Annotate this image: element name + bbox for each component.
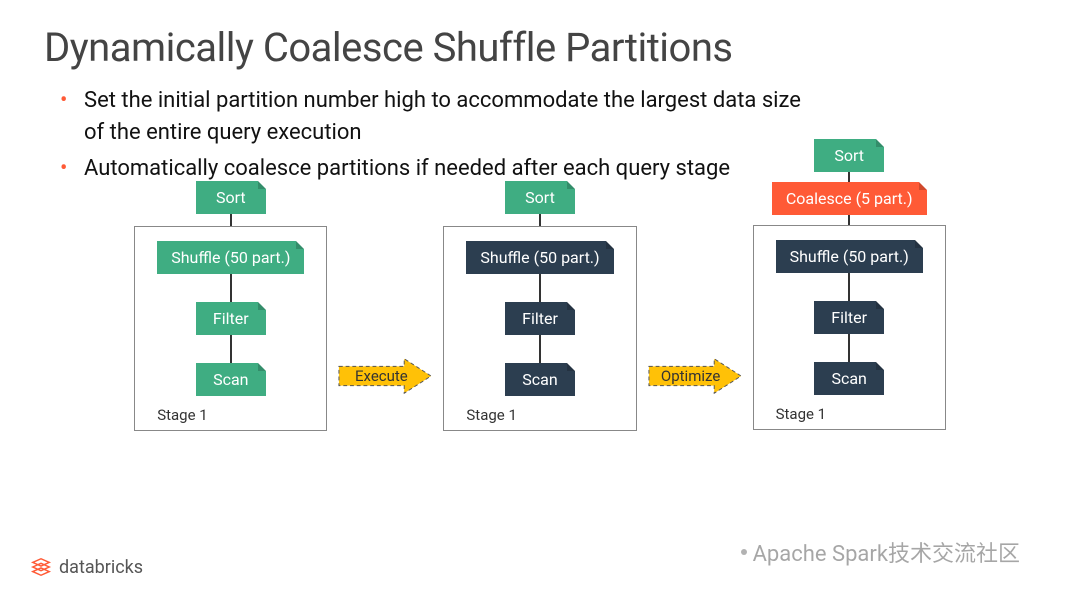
dot-icon xyxy=(741,549,747,555)
connector xyxy=(230,335,232,363)
connector xyxy=(848,215,850,225)
arrow-label: Optimize xyxy=(647,356,743,396)
shuffle-node: Shuffle (50 part.) xyxy=(466,241,613,274)
sort-node: Sort xyxy=(505,181,575,214)
stage-label: Stage 1 xyxy=(466,406,517,424)
sort-node: Sort xyxy=(196,181,266,214)
bullet-item: Set the initial partition number high to… xyxy=(56,85,824,149)
stage-box: Shuffle (50 part.) Filter Scan Stage 1 xyxy=(134,226,327,431)
stage-label: Stage 1 xyxy=(776,405,827,423)
connector xyxy=(848,273,850,301)
connector xyxy=(230,214,232,226)
bullet-list: Set the initial partition number high to… xyxy=(44,85,824,185)
watermark: Apache Spark技术交流社区 xyxy=(741,536,1020,568)
watermark-text: Apache Spark技术交流社区 xyxy=(753,536,1020,568)
slide-title: Dynamically Coalesce Shuffle Partitions xyxy=(44,24,1036,71)
filter-node: Filter xyxy=(196,302,266,335)
stage-box: Shuffle (50 part.) Filter Scan Stage 1 xyxy=(443,226,636,431)
diagram-row: Sort Shuffle (50 part.) Filter Scan Stag… xyxy=(44,181,1036,431)
connector xyxy=(230,274,232,302)
optimize-arrow: Optimize xyxy=(647,356,743,396)
scan-node: Scan xyxy=(505,363,575,396)
filter-node: Filter xyxy=(814,301,884,334)
connector xyxy=(539,274,541,302)
brand-logo: databricks xyxy=(30,556,143,578)
connector xyxy=(539,214,541,226)
plan-executed: Sort Shuffle (50 part.) Filter Scan Stag… xyxy=(443,181,636,431)
stage-label: Stage 1 xyxy=(157,406,208,424)
scan-node: Scan xyxy=(196,363,266,396)
slide: Dynamically Coalesce Shuffle Partitions … xyxy=(0,0,1080,598)
plan-initial: Sort Shuffle (50 part.) Filter Scan Stag… xyxy=(134,181,327,431)
plan-optimized: Sort Coalesce (5 part.) Shuffle (50 part… xyxy=(753,139,946,430)
arrow-label: Execute xyxy=(337,356,433,396)
connector xyxy=(848,172,850,182)
filter-node: Filter xyxy=(505,302,575,335)
sort-node: Sort xyxy=(814,139,884,172)
coalesce-node: Coalesce (5 part.) xyxy=(772,182,927,215)
shuffle-node: Shuffle (50 part.) xyxy=(776,240,923,273)
databricks-icon xyxy=(30,556,52,578)
connector xyxy=(848,334,850,362)
scan-node: Scan xyxy=(814,362,884,395)
execute-arrow: Execute xyxy=(337,356,433,396)
brand-name: databricks xyxy=(59,557,143,578)
stage-box: Shuffle (50 part.) Filter Scan Stage 1 xyxy=(753,225,946,430)
shuffle-node: Shuffle (50 part.) xyxy=(157,241,304,274)
connector xyxy=(539,335,541,363)
bullet-item: Automatically coalesce partitions if nee… xyxy=(56,153,824,185)
